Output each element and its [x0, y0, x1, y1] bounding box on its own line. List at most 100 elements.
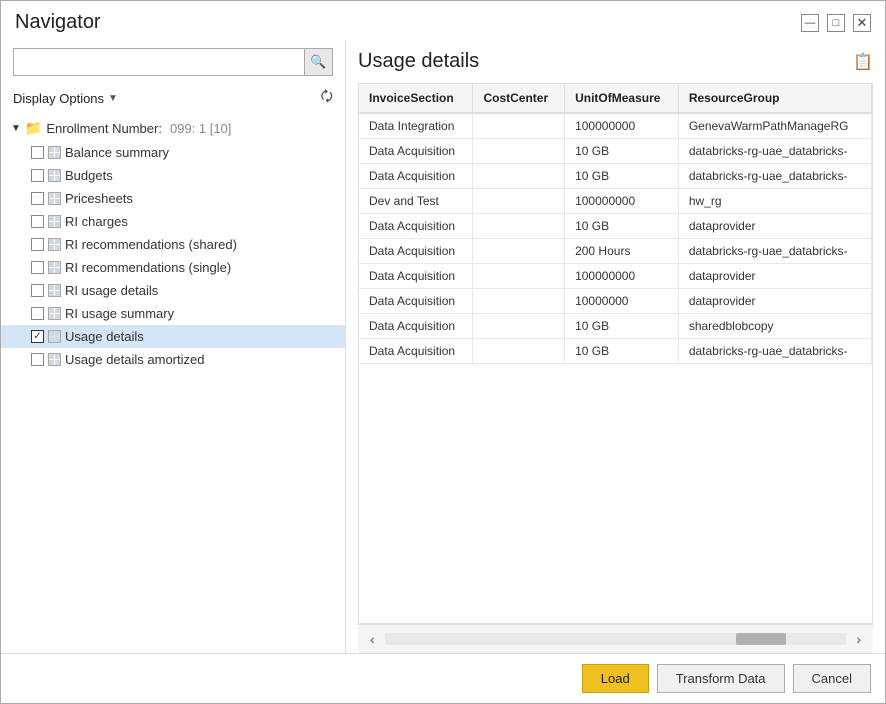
export-icon: 📋 — [853, 54, 873, 71]
tree-item-pricesheets[interactable]: Pricesheets — [1, 187, 345, 210]
table-cell: Data Acquisition — [359, 139, 473, 164]
checkbox-balance-summary[interactable] — [31, 146, 44, 159]
transform-data-button[interactable]: Transform Data — [657, 664, 785, 693]
table-row: Data Integration 100000000GenevaWarmPathM… — [359, 113, 872, 139]
item-label-ri-rec-shared: RI recommendations (shared) — [65, 237, 237, 252]
checkbox-pricesheets[interactable] — [31, 192, 44, 205]
checkbox-ri-usage-details[interactable] — [31, 284, 44, 297]
close-button[interactable]: ✕ — [853, 14, 871, 32]
col-cost-center: CostCenter — [473, 84, 565, 113]
table-cell: 200 Hours — [565, 239, 679, 264]
checkbox-ri-charges[interactable] — [31, 215, 44, 228]
table-cell: Data Acquisition — [359, 239, 473, 264]
table-cell: Data Acquisition — [359, 339, 473, 364]
table-cell: dataprovider — [678, 264, 871, 289]
checkbox-ri-rec-shared[interactable] — [31, 238, 44, 251]
table-cell — [473, 314, 565, 339]
tree-item-balance-summary[interactable]: Balance summary — [1, 141, 345, 164]
navigator-window: Navigator — □ ✕ 🔍 Display Options ▼ — [0, 0, 886, 704]
tree-item-budgets[interactable]: Budgets — [1, 164, 345, 187]
checkbox-usage-details-amortized[interactable] — [31, 353, 44, 366]
table-cell: sharedblobcopy — [678, 314, 871, 339]
maximize-button[interactable]: □ — [827, 14, 845, 32]
expand-arrow-icon: ▼ — [11, 123, 21, 134]
table-cell: Data Acquisition — [359, 289, 473, 314]
checkbox-usage-details[interactable] — [31, 330, 44, 343]
table-cell: 10 GB — [565, 214, 679, 239]
search-input[interactable] — [14, 51, 304, 74]
table-cell — [473, 113, 565, 139]
table-cell: dataprovider — [678, 214, 871, 239]
item-label-usage-details: Usage details — [65, 329, 144, 344]
tree-section: ▼ 📁 Enrollment Number: 099: 1 [10] Balan… — [1, 116, 345, 653]
left-panel: 🔍 Display Options ▼ 🗘 ▼ 📁 Enro — [1, 40, 346, 653]
tree-item-ri-charges[interactable]: RI charges — [1, 210, 345, 233]
search-button[interactable]: 🔍 — [304, 49, 332, 75]
table-cell: 100000000 — [565, 113, 679, 139]
table-row: Data Acquisition10000000dataprovider — [359, 289, 872, 314]
table-header-row: InvoiceSection CostCenter UnitOfMeasure … — [359, 84, 872, 113]
cancel-button[interactable]: Cancel — [793, 664, 871, 693]
table-cell: 100000000 — [565, 264, 679, 289]
title-bar: Navigator — □ ✕ — [1, 1, 885, 40]
table-cell — [473, 239, 565, 264]
table-cell: 10 GB — [565, 314, 679, 339]
item-label-balance-summary: Balance summary — [65, 145, 169, 160]
scroll-right-button[interactable]: › — [850, 629, 867, 649]
table-cell: 10 GB — [565, 164, 679, 189]
table-cell: databricks-rg-uae_databricks- — [678, 239, 871, 264]
col-resource-group: ResourceGroup — [678, 84, 871, 113]
table-icon-ri-charges — [48, 215, 61, 228]
display-options-button[interactable]: Display Options ▼ — [13, 91, 118, 106]
table-cell — [473, 339, 565, 364]
table-icon-usage-details-amortized — [48, 353, 61, 366]
table-cell: 10 GB — [565, 339, 679, 364]
tree-item-ri-usage-details[interactable]: RI usage details — [1, 279, 345, 302]
display-options-label: Display Options — [13, 91, 104, 106]
display-options-row: Display Options ▼ 🗘 — [1, 82, 345, 116]
window-controls: — □ ✕ — [801, 14, 871, 32]
scroll-thumb[interactable] — [736, 633, 786, 645]
tree-item-ri-rec-single[interactable]: RI recommendations (single) — [1, 256, 345, 279]
table-row: Data Acquisition 200 Hoursdatabricks-rg-u… — [359, 239, 872, 264]
enrollment-row[interactable]: ▼ 📁 Enrollment Number: 099: 1 [10] — [1, 116, 345, 141]
table-cell — [473, 289, 565, 314]
data-table-container[interactable]: InvoiceSection CostCenter UnitOfMeasure … — [358, 83, 873, 624]
search-bar: 🔍 — [13, 48, 333, 76]
scroll-track[interactable] — [385, 633, 847, 645]
table-icon-ri-usage-summary — [48, 307, 61, 320]
table-cell: Dev and Test — [359, 189, 473, 214]
table-row: Data Acquisition10 GBdataprovider — [359, 214, 872, 239]
table-cell — [473, 214, 565, 239]
refresh-button[interactable]: 🗘 — [321, 86, 334, 110]
checkbox-ri-rec-single[interactable] — [31, 261, 44, 274]
item-label-ri-usage-details: RI usage details — [65, 283, 158, 298]
tree-item-usage-details[interactable]: Usage details — [1, 325, 345, 348]
item-label-ri-rec-single: RI recommendations (single) — [65, 260, 231, 275]
checkbox-ri-usage-summary[interactable] — [31, 307, 44, 320]
table-row: Data Acquisition10 GBdatabricks-rg-uae_d… — [359, 164, 872, 189]
table-cell: databricks-rg-uae_databricks- — [678, 339, 871, 364]
export-button[interactable]: 📋 — [853, 52, 873, 72]
checkbox-budgets[interactable] — [31, 169, 44, 182]
minimize-button[interactable]: — — [801, 14, 819, 32]
table-row: Data Acquisition10 GBsharedblobcopy — [359, 314, 872, 339]
folder-icon: 📁 — [25, 120, 42, 137]
enrollment-label: Enrollment Number: — [46, 121, 162, 136]
horizontal-scrollbar[interactable]: ‹ › — [358, 624, 873, 653]
table-icon-ri-usage-details — [48, 284, 61, 297]
load-button[interactable]: Load — [582, 664, 649, 693]
scroll-left-button[interactable]: ‹ — [364, 629, 381, 649]
table-cell: Data Integration — [359, 113, 473, 139]
item-label-ri-charges: RI charges — [65, 214, 128, 229]
tree-item-usage-details-amortized[interactable]: Usage details amortized — [1, 348, 345, 371]
enrollment-number: 099: 1 [10] — [170, 121, 231, 136]
table-row: Dev and Test100000000hw_rg — [359, 189, 872, 214]
table-icon-budgets — [48, 169, 61, 182]
table-icon-balance-summary — [48, 146, 61, 159]
table-row: Data Acquisition 10 GBdatabricks-rg-uae_d… — [359, 339, 872, 364]
tree-item-ri-rec-shared[interactable]: RI recommendations (shared) — [1, 233, 345, 256]
item-label-budgets: Budgets — [65, 168, 113, 183]
table-cell: GenevaWarmPathManageRG — [678, 113, 871, 139]
tree-item-ri-usage-summary[interactable]: RI usage summary — [1, 302, 345, 325]
